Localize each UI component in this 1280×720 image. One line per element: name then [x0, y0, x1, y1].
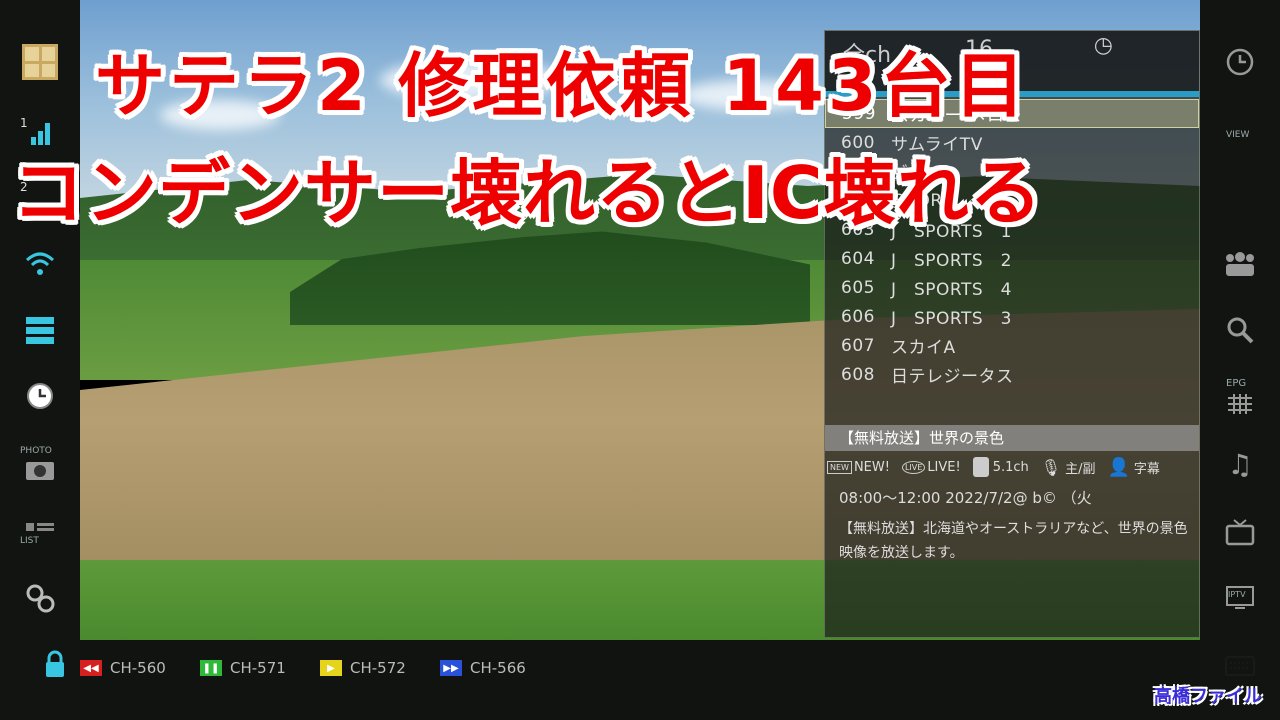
left-menu-rail: 1 2 PHOTO LIST: [0, 0, 80, 720]
microphone-icon: 🎙: [1040, 457, 1062, 477]
list-icon[interactable]: LIST: [20, 512, 60, 552]
lock-icon[interactable]: [44, 650, 66, 684]
color-key-icon: ▶: [320, 660, 342, 676]
channel-number: 604: [841, 248, 875, 269]
color-key-1[interactable]: ◀◀ CH-560: [80, 659, 166, 677]
color-key-4[interactable]: ▶▶ CH-566: [440, 659, 526, 677]
color-key-label: CH-560: [110, 659, 166, 677]
tv-icon[interactable]: [1220, 512, 1260, 552]
color-key-icon: ◀◀: [80, 660, 102, 676]
program-title: 【無料放送】世界の景色: [825, 425, 1199, 451]
color-key-icon: ❚❚: [200, 660, 222, 676]
grid-menu-icon[interactable]: [20, 42, 60, 82]
channel-row[interactable]: 604 J SPORTS 2: [825, 244, 1199, 273]
color-key-icon: ▶▶: [440, 660, 462, 676]
channel-number: 608: [841, 364, 875, 385]
channel-row[interactable]: 608 日テレジータス: [825, 360, 1199, 389]
clock-icon[interactable]: [20, 376, 60, 416]
video-title-line-2: コンデンサー壊れるとIC壊れる: [12, 151, 1043, 235]
search-icon[interactable]: [1220, 310, 1260, 350]
speaker-icon: [972, 457, 989, 477]
channel-name: スカイA: [891, 338, 956, 358]
settings-icon[interactable]: [20, 578, 60, 618]
live-badge: LIVE LIVE!: [901, 460, 961, 475]
color-key-label: CH-572: [350, 659, 406, 677]
language-badge: 🎙 主/副: [1040, 457, 1096, 477]
channel-row[interactable]: 605 J SPORTS 4: [825, 273, 1199, 302]
channel-name: J SPORTS 2: [891, 251, 1013, 271]
channel-row[interactable]: 606 J SPORTS 3: [825, 302, 1199, 331]
color-key-label: CH-566: [470, 659, 526, 677]
view-icon[interactable]: VIEW: [1220, 112, 1260, 152]
channel-number: 607: [841, 335, 875, 356]
bottom-bar: [0, 640, 1280, 720]
server-icon[interactable]: [20, 310, 60, 350]
channel-number: 606: [841, 306, 875, 327]
wifi-icon[interactable]: [20, 244, 60, 284]
new-icon: NEW: [827, 460, 852, 474]
audio-badge: 5.1ch: [972, 457, 1029, 477]
video-title-line-1: サテラ2 修理依頼 143台目: [95, 45, 1029, 127]
program-description: 【無料放送】北海道やオーストラリアなど、世界の景色映像を放送します。: [839, 521, 1188, 561]
subtitle-badge: 👤 字幕: [1107, 456, 1160, 478]
right-menu-rail: VIEW EPG ♫ IPTV: [1200, 0, 1280, 720]
channel-number: 605: [841, 277, 875, 298]
person-icon: 👤: [1107, 456, 1130, 478]
clock-icon: ◷: [1093, 33, 1113, 58]
live-icon: LIVE: [901, 460, 926, 474]
music-icon[interactable]: ♫: [1220, 444, 1260, 484]
channel-row[interactable]: 607 スカイA: [825, 331, 1199, 360]
channel-name: J SPORTS 4: [891, 280, 1013, 300]
channel-name: J SPORTS 3: [891, 309, 1013, 329]
clock-icon[interactable]: [1220, 42, 1260, 82]
camera-icon[interactable]: PHOTO: [20, 444, 60, 484]
program-badges: NEW NEW! LIVE LIVE! 5.1ch 🎙 主/副 👤 字幕: [825, 453, 1199, 481]
color-key-3[interactable]: ▶ CH-572: [320, 659, 406, 677]
color-key-label: CH-571: [230, 659, 286, 677]
program-time: 08:00～12:00 2022/7/2@ b© （火: [839, 489, 1092, 507]
new-badge: NEW NEW!: [827, 460, 890, 475]
channel-watermark: 高橋ファイル: [1154, 686, 1262, 707]
channel-name: 日テレジータス: [891, 367, 1014, 387]
color-key-2[interactable]: ❚❚ CH-571: [200, 659, 286, 677]
people-icon[interactable]: [1220, 244, 1260, 284]
iptv-icon[interactable]: IPTV: [1220, 578, 1260, 618]
epg-icon[interactable]: EPG: [1220, 376, 1260, 416]
